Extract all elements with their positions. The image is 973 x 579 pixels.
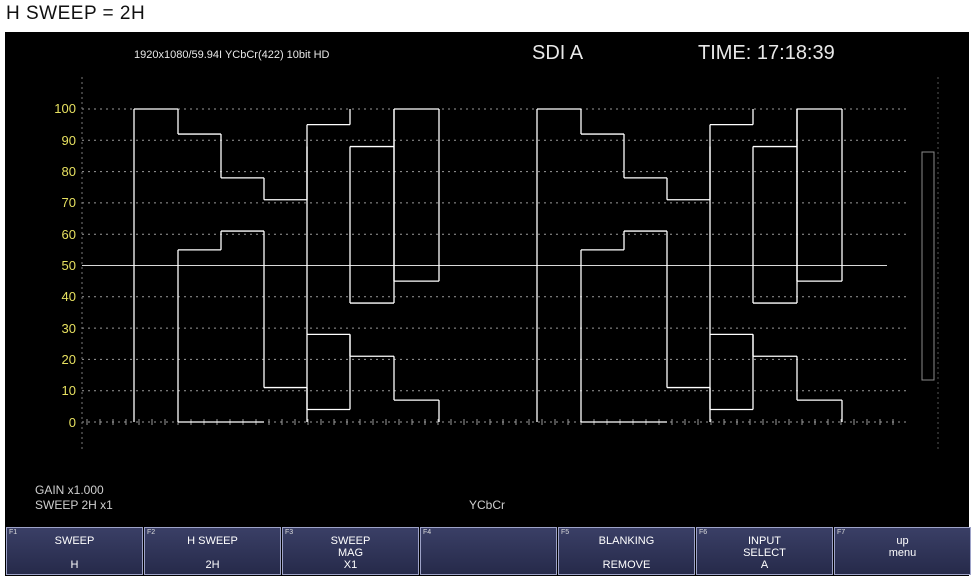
f4-key-number: F4	[423, 529, 432, 536]
f3-value: X1	[343, 559, 358, 571]
f6-input-select-button[interactable]: F6 INPUT SELECT A	[696, 527, 833, 575]
f1-sweep-button[interactable]: F1 SWEEP H	[6, 527, 143, 575]
scale-label-100: 100	[54, 101, 76, 116]
function-key-menu: F1 SWEEP H F2 H SWEEP 2H F3 SWEEP MAG X1…	[5, 526, 971, 576]
f2-h-sweep-button[interactable]: F2 H SWEEP 2H	[144, 527, 281, 575]
f1-label: SWEEP	[54, 535, 95, 547]
f2-label: H SWEEP	[187, 535, 238, 547]
f3-sweep-mag-button[interactable]: F3 SWEEP MAG X1	[282, 527, 419, 575]
gain-readout: GAIN x1.000	[35, 483, 104, 497]
waveform-screen: 1920x1080/59.94I YCbCr(422) 10bit HD SDI…	[5, 32, 969, 526]
scale-label-80: 80	[61, 164, 76, 179]
waveform-caption: H SWEEP = 2H	[6, 3, 146, 24]
f7-up-menu-button[interactable]: F7 up menu	[834, 527, 971, 575]
f5-label: BLANKING	[598, 535, 655, 547]
scale-label-0: 0	[68, 415, 76, 430]
waveform-graticule	[81, 77, 910, 452]
scale-label-10: 10	[61, 383, 76, 398]
scale-label-40: 40	[61, 289, 76, 304]
f1-value: H	[70, 559, 79, 571]
color-space-label: YCbCr	[469, 498, 506, 512]
f4-empty-button[interactable]: F4	[420, 527, 557, 575]
f5-blanking-button[interactable]: F5 BLANKING REMOVE	[558, 527, 695, 575]
scale-label-20: 20	[61, 352, 76, 367]
scale-label-30: 30	[61, 321, 76, 336]
f6-value: A	[760, 559, 769, 571]
sweep-readout: SWEEP 2H x1	[35, 498, 113, 512]
f3-label: SWEEP MAG	[330, 535, 371, 559]
f7-label: up menu	[888, 535, 917, 559]
scale-label-90: 90	[61, 133, 76, 148]
waveform-display	[81, 77, 939, 452]
scale-label-70: 70	[61, 195, 76, 210]
level-indicator-bar	[921, 151, 935, 381]
f5-value: REMOVE	[602, 559, 651, 571]
scale-label-50: 50	[61, 258, 76, 273]
f2-value: 2H	[205, 559, 220, 571]
scale-label-60: 60	[61, 227, 76, 242]
f6-label: INPUT SELECT	[743, 535, 786, 559]
